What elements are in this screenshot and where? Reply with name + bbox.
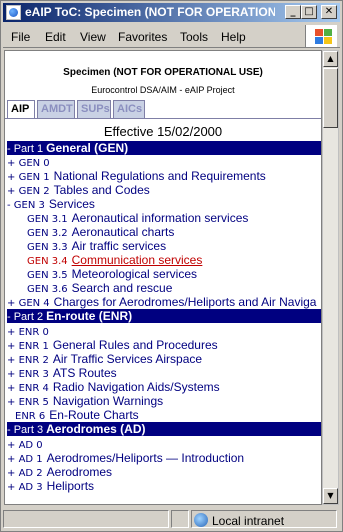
part-3-label: - Part 3 [7,424,44,436]
toc-item-gen-3-6[interactable]: GEN 3.6 Search and rescue [27,281,172,295]
toc-item-enr-4[interactable]: + ENR 4 Radio Navigation Aids/Systems [7,380,220,394]
menu-help[interactable]: Help [221,30,246,44]
toc-item-gen-3-4-selected[interactable]: GEN 3.4 Communication services [27,253,202,267]
status-bar: Local intranet [3,508,340,530]
toc-item-gen-3-5[interactable]: GEN 3.5 Meteorological services [27,267,197,281]
menu-favorites[interactable]: Favorites [118,30,167,44]
part-2-header[interactable]: - Part 2 En-route (ENR) [7,309,321,323]
toc-item-enr-1[interactable]: + ENR 1 General Rules and Procedures [7,338,218,352]
toc-item-enr-0[interactable]: + ENR 0 [7,324,53,338]
close-icon[interactable]: ✕ [321,5,337,19]
status-icon-cell [171,510,189,528]
intranet-globe-icon [194,513,208,527]
menu-tools[interactable]: Tools [180,30,208,44]
effective-date: Effective 15/02/2000 [103,124,223,139]
toc-item-ad-1[interactable]: + AD 1 Aerodromes/Heliports — Introductio… [7,451,244,465]
toc-item-enr-3[interactable]: + ENR 3 ATS Routes [7,366,117,380]
scroll-up-icon[interactable]: ▲ [323,51,338,67]
toc-item-gen-3-1[interactable]: GEN 3.1 Aeronautical information services [27,211,248,225]
browser-window: eAIP ToC: Specimen (NOT FOR OPERATIONAL … [0,0,343,532]
tab-aip[interactable]: AIP [7,100,35,118]
tab-amdt[interactable]: AMDT [37,100,75,118]
toc-item-gen-1[interactable]: + GEN 1 National Regulations and Requirem… [7,169,266,183]
toc-item-gen-2[interactable]: + GEN 2 Tables and Codes [7,183,150,197]
toc-item-enr-5[interactable]: + ENR 5 Navigation Warnings [7,394,163,408]
menu-view[interactable]: View [80,30,106,44]
page-title: Specimen (NOT FOR OPERATIONAL USE) [63,67,263,78]
toc-content: Specimen (NOT FOR OPERATIONAL USE) Euroc… [4,50,322,505]
toc-item-ad-2[interactable]: + AD 2 Aerodromes [7,465,112,479]
tab-sups[interactable]: SUPs [77,100,111,118]
scroll-down-icon[interactable]: ▼ [323,488,338,504]
vertical-scrollbar[interactable]: ▲ ▼ [322,50,339,505]
part-1-label: - Part 1 [7,143,44,155]
part-1-name: General (GEN) [46,141,129,155]
tab-aics[interactable]: AICs [113,100,145,118]
toc-item-enr-6[interactable]: ENR 6 En-Route Charts [15,408,139,422]
page-subtitle: Eurocontrol DSA/AIM - eAIP Project [91,85,235,95]
part-3-header[interactable]: - Part 3 Aerodromes (AD) [7,422,321,436]
maximize-icon[interactable]: □ [301,5,317,19]
tab-divider [5,118,321,119]
toc-item-gen-0[interactable]: + GEN 0 [7,155,54,169]
menu-bar: File Edit View Favorites Tools Help [3,24,340,48]
part-2-label: - Part 2 [7,311,44,323]
status-text-cell [3,510,169,528]
part-3-name: Aerodromes (AD) [46,422,146,436]
security-zone-label: Local intranet [212,514,285,528]
ie-icon [6,5,21,20]
menu-file[interactable]: File [11,30,30,44]
scroll-thumb[interactable] [323,68,338,128]
menu-edit[interactable]: Edit [45,30,66,44]
part-1-header[interactable]: - Part 1 General (GEN) [7,141,321,155]
toc-item-gen-3-3[interactable]: GEN 3.3 Air traffic services [27,239,166,253]
toc-item-enr-2[interactable]: + ENR 2 Air Traffic Services Airspace [7,352,202,366]
toc-item-gen-3[interactable]: - GEN 3 Services [7,197,95,211]
windows-logo-icon [305,25,337,47]
toc-item-ad-0[interactable]: + AD 0 [7,437,47,451]
window-title: eAIP ToC: Specimen (NOT FOR OPERATIONAL … [25,5,275,19]
toc-item-gen-4[interactable]: + GEN 4 Charges for Aerodromes/Heliports … [7,295,316,309]
minimize-icon[interactable]: _ [285,5,301,19]
toc-item-ad-3[interactable]: + AD 3 Heliports [7,479,94,493]
part-2-name: En-route (ENR) [46,309,133,323]
toc-item-gen-3-2[interactable]: GEN 3.2 Aeronautical charts [27,225,174,239]
title-bar[interactable]: eAIP ToC: Specimen (NOT FOR OPERATIONAL … [3,3,340,22]
